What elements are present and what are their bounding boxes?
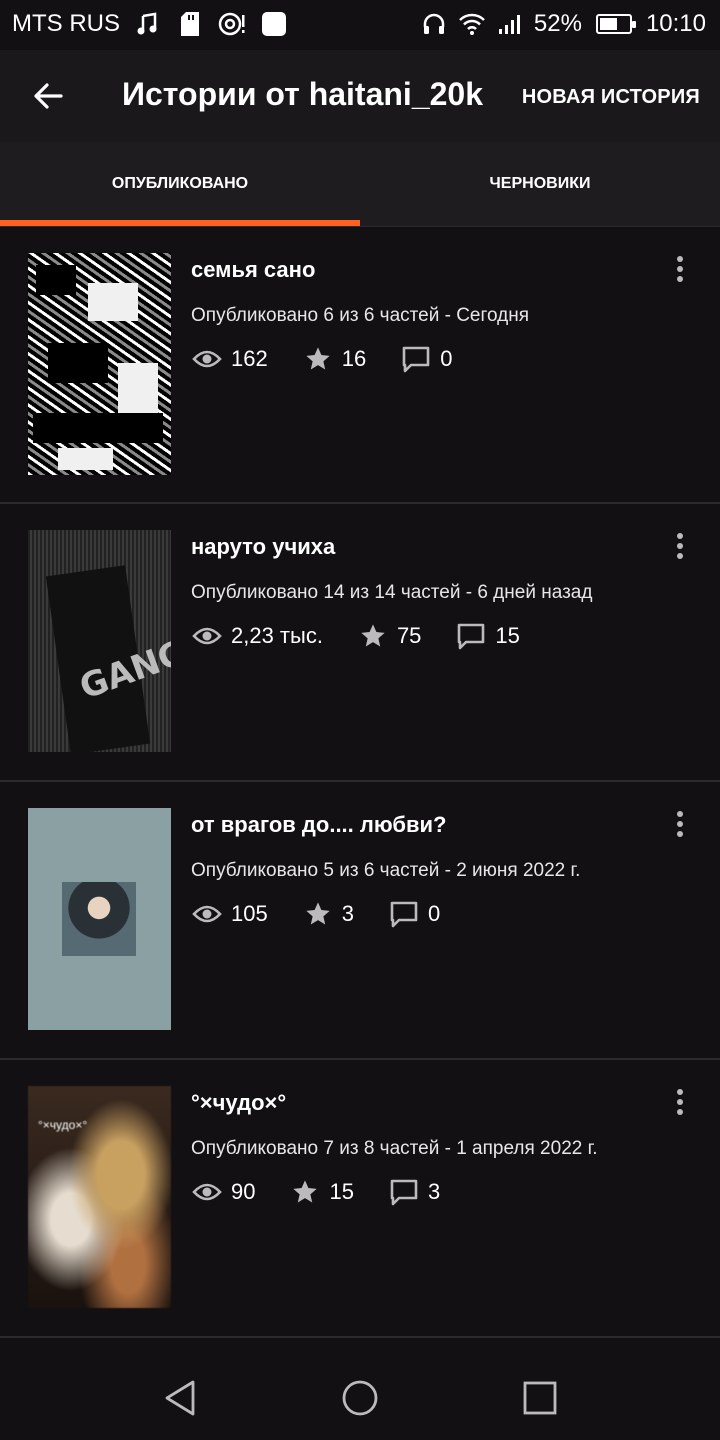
comment-icon bbox=[400, 343, 432, 375]
comments-stat: 0 bbox=[388, 898, 440, 930]
music-icon bbox=[134, 10, 162, 38]
eye-icon bbox=[191, 343, 223, 375]
views-stat: 162 bbox=[191, 343, 268, 375]
story-cover[interactable]: °×чудо×° bbox=[28, 1086, 171, 1308]
views-stat: 2,23 тыс. bbox=[191, 620, 323, 652]
more-vert-icon bbox=[677, 811, 683, 817]
system-nav-bar bbox=[0, 1356, 720, 1440]
story-stats: 2,23 тыс. 75 15 bbox=[191, 620, 554, 652]
story-list: семья сано Опубликовано 6 из 6 частей - … bbox=[0, 226, 720, 1338]
page-title: Истории от haitani_20k bbox=[122, 76, 483, 112]
headphones-icon bbox=[420, 10, 448, 38]
story-title[interactable]: наруто учиха bbox=[191, 534, 335, 560]
wifi-icon bbox=[458, 10, 486, 38]
votes-count: 16 bbox=[341, 346, 367, 371]
star-icon bbox=[302, 898, 334, 930]
battery-icon bbox=[592, 10, 636, 38]
comments-stat: 15 bbox=[455, 620, 520, 652]
comment-icon bbox=[388, 1176, 420, 1208]
story-stats: 90 15 3 bbox=[191, 1176, 474, 1208]
star-icon bbox=[357, 620, 389, 652]
eye-icon bbox=[191, 1176, 223, 1208]
star-icon bbox=[289, 1176, 321, 1208]
cover-portrait bbox=[62, 882, 136, 956]
status-bar: MTS RUS 52% 10:10 bbox=[0, 0, 720, 50]
votes-stat: 15 bbox=[289, 1176, 354, 1208]
clock: 10:10 bbox=[645, 10, 706, 37]
votes-stat: 16 bbox=[302, 343, 366, 375]
home-circle-icon bbox=[341, 1379, 379, 1422]
more-options-button[interactable] bbox=[668, 1084, 692, 1120]
votes-stat: 75 bbox=[357, 620, 421, 652]
comments-count: 15 bbox=[495, 623, 520, 648]
more-options-button[interactable] bbox=[668, 251, 692, 287]
carrier-label: MTS RUS bbox=[12, 10, 120, 37]
story-title[interactable]: °×чудо×° bbox=[191, 1090, 286, 1116]
nav-home-button[interactable] bbox=[336, 1376, 384, 1424]
arrow-left-icon bbox=[33, 82, 63, 115]
story-item[interactable]: семья сано Опубликовано 6 из 6 частей - … bbox=[0, 226, 720, 504]
more-options-button[interactable] bbox=[668, 806, 692, 842]
app-bar: Истории от haitani_20k НОВАЯ ИСТОРИЯ bbox=[0, 50, 720, 142]
views-stat: 105 bbox=[191, 898, 268, 930]
story-title[interactable]: семья сано bbox=[191, 257, 315, 283]
story-meta: Опубликовано 7 из 8 частей - 1 апреля 20… bbox=[191, 1138, 598, 1159]
sd-card-icon bbox=[176, 10, 204, 38]
story-meta: Опубликовано 5 из 6 частей - 2 июня 2022… bbox=[191, 860, 581, 881]
hotspot-icon bbox=[218, 10, 246, 38]
tab-published[interactable]: ОПУБЛИКОВАНО bbox=[0, 142, 360, 226]
views-count: 105 bbox=[231, 901, 268, 926]
more-vert-icon bbox=[677, 533, 683, 539]
tab-bar: ОПУБЛИКОВАНО ЧЕРНОВИКИ bbox=[0, 142, 720, 226]
battery-percent: 52% bbox=[533, 10, 582, 37]
story-stats: 162 16 0 bbox=[191, 343, 486, 375]
nav-recents-button[interactable] bbox=[516, 1376, 564, 1424]
comments-stat: 3 bbox=[388, 1176, 440, 1208]
more-vert-icon bbox=[677, 1089, 683, 1095]
back-triangle-icon bbox=[163, 1379, 197, 1422]
story-meta: Опубликовано 14 из 14 частей - 6 дней на… bbox=[191, 582, 593, 603]
cover-text: °×чудо×° bbox=[38, 1118, 88, 1132]
votes-count: 15 bbox=[329, 1179, 354, 1204]
comments-count: 3 bbox=[427, 1179, 441, 1204]
story-stats: 105 3 0 bbox=[191, 898, 474, 930]
story-item[interactable]: °×чудо×° °×чудо×° Опубликовано 7 из 8 ча… bbox=[0, 1060, 720, 1338]
votes-count: 75 bbox=[396, 623, 422, 648]
votes-count: 3 bbox=[341, 901, 354, 926]
story-item[interactable]: GANG наруто учиха Опубликовано 14 из 14 … bbox=[0, 504, 720, 782]
comments-count: 0 bbox=[427, 901, 441, 926]
comments-stat: 0 bbox=[400, 343, 452, 375]
comments-count: 0 bbox=[440, 346, 453, 371]
story-title[interactable]: от врагов до.... любви? bbox=[191, 812, 446, 838]
eye-icon bbox=[191, 898, 223, 930]
views-count: 162 bbox=[231, 346, 268, 371]
story-item[interactable]: от врагов до.... любви? Опубликовано 5 и… bbox=[0, 782, 720, 1060]
story-cover[interactable] bbox=[28, 253, 171, 475]
more-vert-icon bbox=[677, 256, 683, 262]
views-stat: 90 bbox=[191, 1176, 255, 1208]
nav-back-button[interactable] bbox=[156, 1376, 204, 1424]
comment-icon bbox=[455, 620, 487, 652]
new-story-button[interactable]: НОВАЯ ИСТОРИЯ bbox=[522, 86, 700, 109]
comment-icon bbox=[388, 898, 420, 930]
story-cover[interactable] bbox=[28, 808, 171, 1030]
eye-icon bbox=[191, 620, 223, 652]
more-options-button[interactable] bbox=[668, 528, 692, 564]
votes-stat: 3 bbox=[302, 898, 354, 930]
views-count: 2,23 тыс. bbox=[231, 623, 323, 648]
views-count: 90 bbox=[231, 1179, 256, 1204]
story-cover[interactable]: GANG bbox=[28, 530, 171, 752]
back-button[interactable] bbox=[26, 76, 70, 120]
signal-icon bbox=[496, 10, 524, 38]
recents-square-icon bbox=[523, 1381, 557, 1420]
story-meta: Опубликовано 6 из 6 частей - Сегодня bbox=[191, 305, 530, 326]
app-icon bbox=[260, 10, 288, 38]
star-icon bbox=[302, 343, 334, 375]
tab-drafts[interactable]: ЧЕРНОВИКИ bbox=[360, 142, 720, 226]
